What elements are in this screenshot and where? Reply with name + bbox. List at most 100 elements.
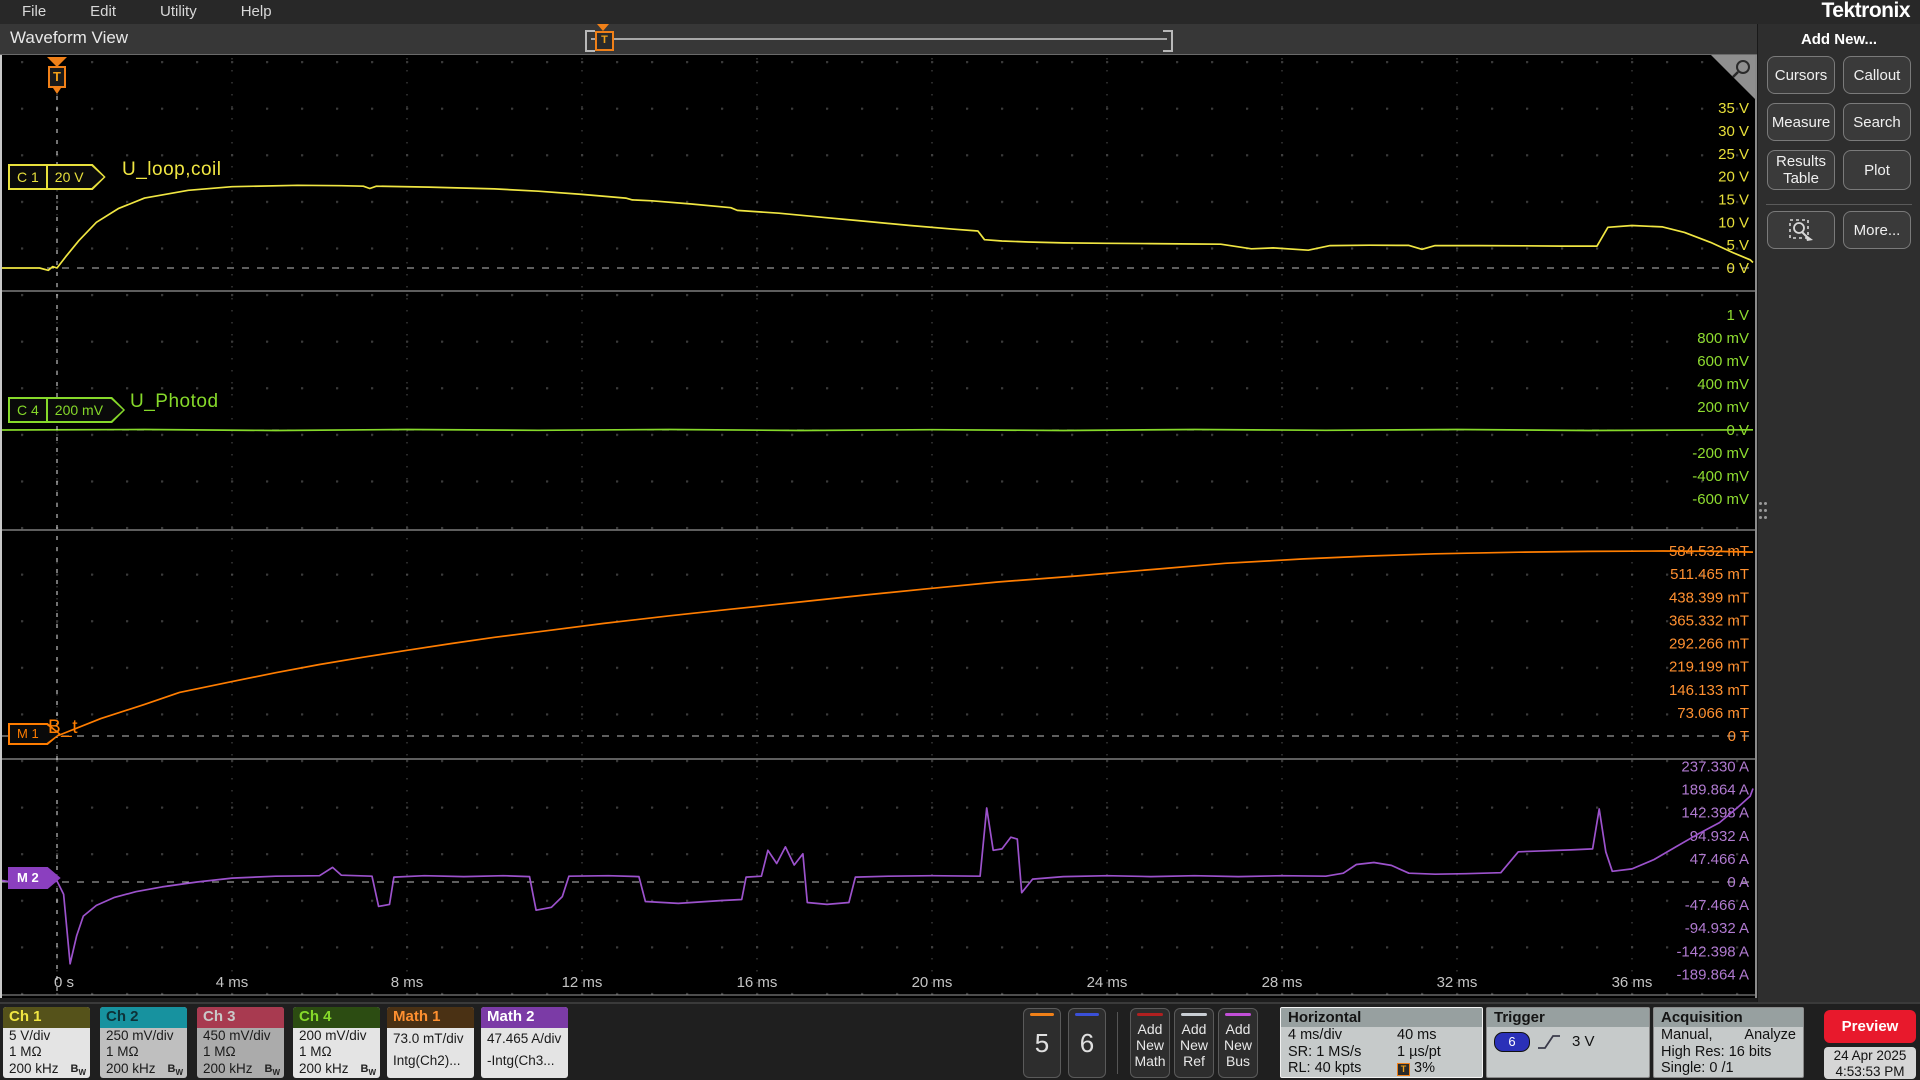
overview-left-bracket[interactable] xyxy=(585,30,595,52)
add-new-title: Add New... xyxy=(1800,31,1878,48)
math2-y-axis-label: 47.466 A xyxy=(1690,851,1749,868)
measure-button[interactable]: Measure xyxy=(1767,103,1835,141)
time-label: 4:53:53 PM xyxy=(1835,1064,1905,1079)
waveform-plot[interactable]: 0 s4 ms 8 ms 12 ms 16 ms 20 ms 24 ms 28 ms 32 m… xyxy=(0,55,1757,998)
badge-line: 200 kHz BW xyxy=(293,1061,380,1078)
acquisition-single: Single: 0 /1 xyxy=(1661,1060,1734,1076)
cursors-button[interactable]: Cursors xyxy=(1767,56,1835,94)
zoom-corner-icon[interactable] xyxy=(1711,55,1755,99)
ch1-y-axis-label: 25 V xyxy=(1718,146,1749,163)
x-axis-label: 12 ms xyxy=(562,974,603,991)
menu-file[interactable]: File xyxy=(0,0,68,24)
badge-math2[interactable]: Math 2 47.465 A/div -Intg(Ch3... xyxy=(481,1007,568,1078)
badge-line: 5 V/div xyxy=(9,1028,51,1043)
add-button-label: Add New Bus xyxy=(1223,1021,1252,1069)
menu-bar: File Edit Utility Help Tektronix xyxy=(0,0,1920,24)
channel-color-stripe xyxy=(1075,1013,1099,1016)
results-table-button[interactable]: Results Table xyxy=(1767,150,1835,190)
badge-ch2[interactable]: Ch 2 250 mV/div 1 MΩ 200 kHz BW xyxy=(100,1007,187,1078)
math2-channel-badge[interactable]: M 2 xyxy=(8,867,61,889)
horizontal-overview-bar[interactable]: T xyxy=(585,24,1173,52)
tektronix-logo: Tektronix xyxy=(1821,0,1911,22)
record-length: RL: 40 kpts xyxy=(1288,1060,1362,1076)
math1-y-axis-label: 0 T xyxy=(1728,728,1749,745)
badge-line: 1 MΩ xyxy=(106,1044,139,1060)
badge-math1[interactable]: Math 1 73.0 mT/div Intg(Ch2)... xyxy=(387,1007,474,1078)
acquisition-panel[interactable]: Acquisition Manual, Analyze High Res: 16 … xyxy=(1653,1007,1804,1078)
add-color-stripe xyxy=(1137,1013,1163,1016)
math2-y-axis-label: -189.864 A xyxy=(1676,966,1749,983)
x-axis-label: 8 ms xyxy=(391,974,424,991)
ch4-y-axis-label: -200 mV xyxy=(1692,445,1749,462)
more-button[interactable]: More... xyxy=(1843,211,1911,249)
marquee-zoom-button[interactable] xyxy=(1767,211,1835,249)
trigger-position-marker[interactable]: T xyxy=(47,57,67,101)
acquisition-mode: Manual, xyxy=(1661,1027,1713,1043)
ch1-y-axis-label: 0 V xyxy=(1726,260,1749,277)
horizontal-panel[interactable]: Horizontal 4 ms/div 40 ms SR: 1 MS/s 1 µs/… xyxy=(1280,1007,1483,1078)
overview-trigger-icon[interactable]: T xyxy=(595,31,614,51)
channel-6-button[interactable]: 6 xyxy=(1068,1008,1106,1078)
x-axis-label: 4 ms xyxy=(216,974,249,991)
preview-button[interactable]: Preview xyxy=(1824,1010,1916,1043)
add-color-stripe xyxy=(1225,1013,1251,1016)
ch1-channel-badge[interactable]: C 1 20 V xyxy=(8,164,106,190)
add-new-math-button[interactable]: Add New Math xyxy=(1130,1008,1170,1078)
trigger-position-percent: T 3% xyxy=(1397,1060,1475,1077)
channel-color-stripe xyxy=(1030,1013,1054,1016)
trigger-level: 3 V xyxy=(1572,1032,1595,1050)
panel-splitter-handle[interactable] xyxy=(1759,502,1767,519)
add-new-ref-button[interactable]: Add New Ref xyxy=(1174,1008,1214,1078)
search-button[interactable]: Search xyxy=(1843,103,1911,141)
trigger-panel[interactable]: Trigger 6 3 V xyxy=(1486,1007,1650,1078)
add-color-stripe xyxy=(1181,1013,1207,1016)
math2-y-axis-label: -47.466 A xyxy=(1685,897,1749,914)
ch1-y-axis-label: 20 V xyxy=(1718,169,1749,186)
badge-ch4[interactable]: Ch 4 200 mV/div 1 MΩ 200 kHz BW xyxy=(293,1007,380,1078)
math2-y-axis-label: 237.330 A xyxy=(1681,758,1749,775)
badge-line: 250 mV/div xyxy=(106,1028,174,1043)
badge-line: 1 MΩ xyxy=(203,1044,236,1060)
badge-ch1[interactable]: Ch 15 V/div 1 MΩ 200 kHz BW xyxy=(3,1007,90,1078)
overview-right-bracket[interactable] xyxy=(1163,30,1173,52)
acquisition-resolution: High Res: 16 bits xyxy=(1661,1043,1772,1060)
callout-button[interactable]: Callout xyxy=(1843,56,1911,94)
menu-help[interactable]: Help xyxy=(219,0,294,24)
ch1-y-axis-label: 35 V xyxy=(1718,100,1749,117)
trigger-t-icon: T xyxy=(48,66,66,88)
acquisition-panel-title: Acquisition xyxy=(1654,1008,1803,1027)
ch4-channel-badge[interactable]: C 4 200 mV xyxy=(8,397,125,423)
channel-number: 5 xyxy=(1034,1028,1050,1058)
datetime-display[interactable]: 24 Apr 2025 4:53:53 PM xyxy=(1824,1047,1916,1079)
badge-line: -Intg(Ch3... xyxy=(487,1053,555,1068)
badge-header: Ch 3 xyxy=(197,1007,284,1028)
math1-y-axis-label: 219.199 mT xyxy=(1669,659,1749,676)
badge-line: 73.0 mT/div xyxy=(393,1031,464,1046)
add-new-bus-button[interactable]: Add New Bus xyxy=(1218,1008,1258,1078)
ch4-badge-cell: 200 mV xyxy=(46,399,110,421)
x-axis-label: 16 ms xyxy=(737,974,778,991)
menu-utility[interactable]: Utility xyxy=(138,0,219,24)
math1-y-axis-label: 73.066 mT xyxy=(1677,705,1749,722)
badge-header: Ch 4 xyxy=(293,1007,380,1028)
toolbar-divider xyxy=(1766,204,1912,205)
math1-badge-cell: M 1 xyxy=(17,726,39,741)
menu-edit[interactable]: Edit xyxy=(68,0,138,24)
trigger-panel-title: Trigger xyxy=(1487,1008,1649,1027)
channel-5-button[interactable]: 5 xyxy=(1023,1008,1061,1078)
ch4-trace xyxy=(2,428,1754,432)
badge-ch3[interactable]: Ch 3 450 mV/div 1 MΩ 200 kHz BW xyxy=(197,1007,284,1078)
badge-header: Math 2 xyxy=(481,1007,568,1028)
horizontal-scale: 4 ms/div xyxy=(1288,1027,1342,1043)
waveform-view-tabbar: Waveform View T xyxy=(0,24,1757,55)
bandwidth-icon: BW xyxy=(167,1062,183,1077)
ch1-trace-label: U_loop,coil xyxy=(122,159,222,180)
ch4-y-axis-label: 1 V xyxy=(1726,307,1749,324)
settings-bar: Ch 15 V/div 1 MΩ 200 kHz BW Ch 2 250 mV/div 1 … xyxy=(0,1002,1920,1080)
ch4-y-axis-label: 400 mV xyxy=(1697,376,1749,393)
plot-button[interactable]: Plot xyxy=(1843,150,1911,190)
math2-y-axis-label: 94.932 A xyxy=(1690,828,1749,845)
ch1-y-axis-label: 10 V xyxy=(1718,214,1749,231)
bandwidth-icon: BW xyxy=(264,1062,280,1077)
waveform-view-title[interactable]: Waveform View xyxy=(10,28,128,48)
